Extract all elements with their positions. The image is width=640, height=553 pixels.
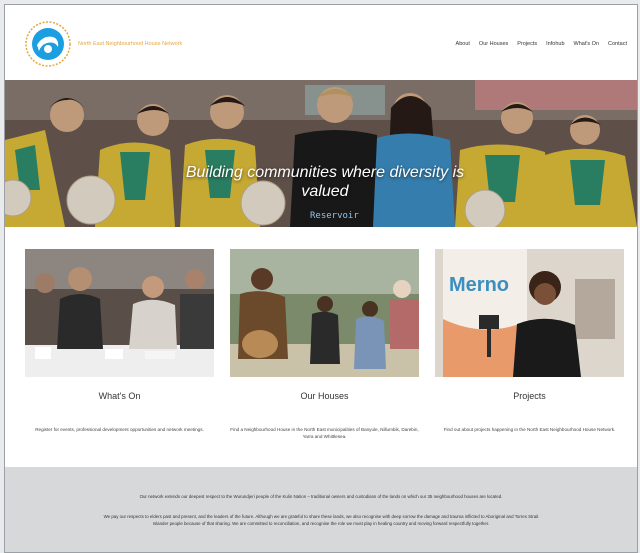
hero-banner: Reservoir Building communities where div… xyxy=(5,80,637,227)
nav-whats-on[interactable]: What's On xyxy=(574,41,600,47)
hero-headline: Building communities where diversity is … xyxy=(185,164,465,200)
nav-our-houses[interactable]: Our Houses xyxy=(479,41,508,47)
site-name[interactable]: North East Neighbourhood House Network xyxy=(78,41,182,47)
projects-banner-text: Merno xyxy=(449,274,509,296)
card-text-our-houses: Find a Neighbourhood House in the North … xyxy=(230,427,419,439)
network-logo-icon[interactable] xyxy=(25,21,71,67)
main-nav: About Our Houses Projects Infohub What's… xyxy=(456,41,627,47)
card-our-houses[interactable]: Our Houses Find a Neighbourhood House in… xyxy=(230,249,419,439)
card-title-projects[interactable]: Projects xyxy=(435,391,624,401)
hero-photo: Reservoir xyxy=(5,80,637,227)
acknowledgement-text-2: We pay our respects to elders past and p… xyxy=(103,514,539,526)
nav-infohub[interactable]: Infohub xyxy=(546,41,564,47)
nav-projects[interactable]: Projects xyxy=(517,41,537,47)
card-text-projects: Find out about projects happening in the… xyxy=(443,427,616,432)
browser-page: North East Neighbourhood House Network A… xyxy=(4,4,638,553)
card-title-our-houses[interactable]: Our Houses xyxy=(230,391,419,401)
site-header: North East Neighbourhood House Network A… xyxy=(5,5,637,80)
card-text-whats-on: Register for events, professional develo… xyxy=(35,427,204,432)
hero-sign-text: Reservoir xyxy=(310,211,359,221)
projects-photo[interactable]: Merno xyxy=(435,249,624,377)
card-title-whats-on[interactable]: What's On xyxy=(25,391,214,401)
whats-on-photo[interactable] xyxy=(25,249,214,377)
nav-contact[interactable]: Contact xyxy=(608,41,627,47)
nav-about[interactable]: About xyxy=(456,41,470,47)
our-houses-photo[interactable] xyxy=(230,249,419,377)
card-projects[interactable]: Merno Projects Find out about projects h… xyxy=(435,249,624,432)
acknowledgement-text-1: Our network extends our deepest respect … xyxy=(139,494,503,499)
acknowledgement-footer: Our network extends our deepest respect … xyxy=(5,467,637,552)
card-whats-on[interactable]: What's On Register for events, professio… xyxy=(25,249,214,432)
